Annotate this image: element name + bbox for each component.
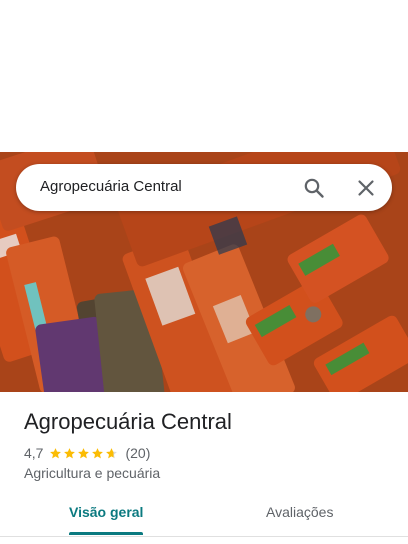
blank-map-area <box>0 0 408 152</box>
star-icon <box>106 447 118 458</box>
review-count[interactable]: (20) <box>125 445 150 461</box>
close-icon[interactable] <box>354 176 378 200</box>
place-title: Agropecuária Central <box>24 409 232 434</box>
tab-overview[interactable]: Visão geral <box>69 504 143 520</box>
rating-row[interactable]: 4,7 (20) <box>24 444 150 462</box>
star-rating <box>49 447 119 460</box>
tabs-divider <box>0 536 408 537</box>
star-icon <box>64 447 76 458</box>
star-icon <box>78 447 90 458</box>
star-icon <box>50 447 62 458</box>
tab-reviews[interactable]: Avaliações <box>266 504 333 520</box>
search-input[interactable]: Agropecuária Central <box>40 178 182 195</box>
place-category: Agricultura e pecuária <box>24 465 161 481</box>
active-tab-indicator <box>69 532 143 535</box>
search-bar[interactable]: Agropecuária Central <box>16 164 392 211</box>
star-icon <box>92 447 104 458</box>
place-tabs: Visão geral Avaliações <box>0 494 408 536</box>
rating-value: 4,7 <box>24 445 44 461</box>
search-icon[interactable] <box>302 176 326 200</box>
